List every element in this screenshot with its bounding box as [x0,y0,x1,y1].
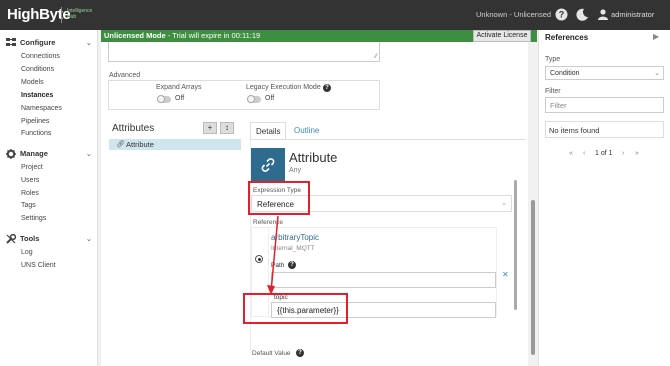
references-panel: References ▶ Type Condition ⌄ Filter No … [538,30,670,366]
empty-message: No items found [545,121,664,138]
prev-page-button[interactable]: ‹ [583,150,585,157]
filter-field[interactable] [545,97,664,113]
collapse-panel-icon[interactable]: ▶ [653,32,659,41]
filter-label: Filter [545,88,561,95]
first-page-button[interactable]: « [569,150,573,157]
next-page-button[interactable]: › [622,150,624,157]
chevron-down-icon: ⌄ [654,70,660,77]
last-page-button[interactable]: » [635,150,639,157]
type-value: Condition [550,70,580,77]
page-indicator: 1 of 1 [595,150,613,157]
type-label: Type [545,56,561,63]
references-title: References [545,33,589,42]
filter-input[interactable] [546,98,663,112]
type-select[interactable]: Condition ⌄ [545,66,664,80]
